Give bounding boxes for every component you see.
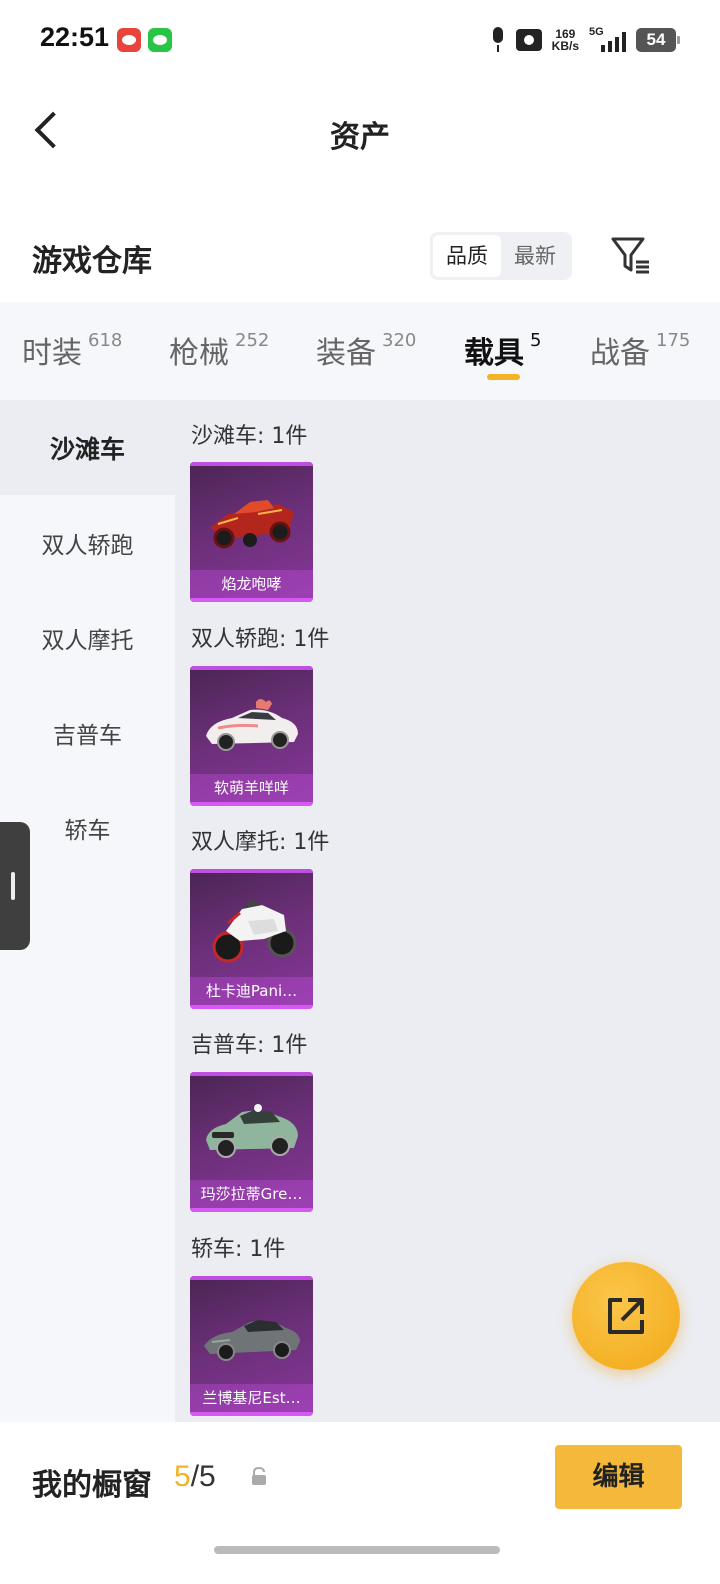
sidebar-item-jeep[interactable]: 吉普车 [0, 685, 175, 780]
vehicle-name: 玛莎拉蒂Gre… [190, 1180, 313, 1208]
category-tabs: 时装 618 枪械 252 装备 320 载具 5 战备 175 [0, 302, 720, 400]
tab-count: 618 [88, 330, 123, 351]
shopping-app-icon [117, 28, 141, 52]
page-title: 资产 [330, 120, 390, 155]
sort-quality[interactable]: 品质 [433, 235, 501, 277]
coupe-icon [206, 699, 298, 751]
tab-fashion[interactable]: 时装 618 [22, 328, 122, 372]
group-title: 双人摩托: 1件 [191, 830, 330, 855]
showcase-count-total: /5 [190, 1460, 216, 1493]
tab-label: 枪械 [169, 336, 229, 371]
battery-icon: 54 [636, 28, 680, 52]
tab-label: 战备 [590, 336, 650, 371]
tab-label: 装备 [316, 336, 376, 371]
vehicle-card[interactable]: 玛莎拉蒂Gre… [190, 1072, 313, 1212]
network-speed: 169 KB/s [552, 28, 579, 52]
network-type: 5G [589, 26, 604, 38]
tab-firearms[interactable]: 枪械 252 [169, 328, 269, 372]
showcase-label: 我的橱窗 [32, 1468, 152, 1503]
sidebar-item-two-seat-motorcycle[interactable]: 双人摩托 [0, 590, 175, 685]
sidebar-item-two-seat-coupe[interactable]: 双人轿跑 [0, 495, 175, 590]
showcase-count: 5/5 [174, 1460, 216, 1494]
tab-count: 5 [530, 330, 542, 351]
vehicle-name: 软萌羊咩咩 [190, 774, 313, 802]
sort-newest[interactable]: 最新 [501, 235, 569, 277]
filter-icon[interactable] [610, 234, 652, 276]
suv-icon [206, 1104, 298, 1158]
microphone-icon [490, 27, 506, 53]
vehicle-card[interactable]: 杜卡迪Pani… [190, 869, 313, 1009]
tab-label: 载具 [464, 336, 524, 371]
share-icon [608, 1298, 644, 1334]
warehouse-title: 游戏仓库 [32, 244, 152, 279]
active-tab-indicator [487, 374, 520, 380]
status-indicators: 169 KB/s 5G 54 [490, 24, 680, 56]
network-speed-unit: KB/s [551, 39, 579, 53]
tab-count: 320 [382, 330, 417, 351]
lock-icon [252, 1466, 266, 1485]
motorcycle-icon [212, 899, 297, 963]
vehicle-card[interactable]: 兰博基尼Est… [190, 1276, 313, 1416]
share-button[interactable] [572, 1262, 680, 1370]
bottom-bar: 我的橱窗 5/5 编辑 [0, 1422, 720, 1584]
wechat-icon [148, 28, 172, 52]
sidebar-item-beach-buggy[interactable]: 沙滩车 [0, 400, 175, 495]
edit-button[interactable]: 编辑 [555, 1445, 682, 1509]
buggy-icon [210, 500, 294, 549]
tab-count: 175 [656, 330, 691, 351]
showcase-count-current: 5 [174, 1460, 191, 1493]
camera-icon [515, 29, 542, 51]
status-bar: 22:51 169 KB/s 5G 54 [0, 0, 720, 80]
vehicle-name: 杜卡迪Pani… [190, 977, 313, 1005]
vehicle-name: 焰龙咆哮 [190, 570, 313, 598]
group-title: 沙滩车: 1件 [191, 424, 308, 449]
sort-toggle: 品质 最新 [430, 232, 572, 280]
tab-equipment[interactable]: 装备 320 [316, 328, 416, 372]
group-title: 吉普车: 1件 [191, 1033, 308, 1058]
tab-count: 252 [235, 330, 270, 351]
vehicle-card[interactable]: 焰龙咆哮 [190, 462, 313, 602]
side-drawer-handle[interactable] [0, 822, 30, 950]
signal-icon: 5G [589, 26, 626, 52]
tab-vehicles[interactable]: 载具 5 [464, 328, 541, 372]
group-title: 双人轿跑: 1件 [191, 627, 330, 652]
sedan-icon [204, 1320, 300, 1361]
home-indicator[interactable] [214, 1546, 500, 1554]
tab-combat-supplies[interactable]: 战备 175 [590, 328, 690, 372]
vehicle-card[interactable]: 软萌羊咩咩 [190, 666, 313, 806]
tab-label: 时装 [22, 336, 82, 371]
group-title: 轿车: 1件 [191, 1237, 286, 1262]
vehicle-name: 兰博基尼Est… [190, 1384, 313, 1412]
status-time: 22:51 [40, 22, 110, 52]
